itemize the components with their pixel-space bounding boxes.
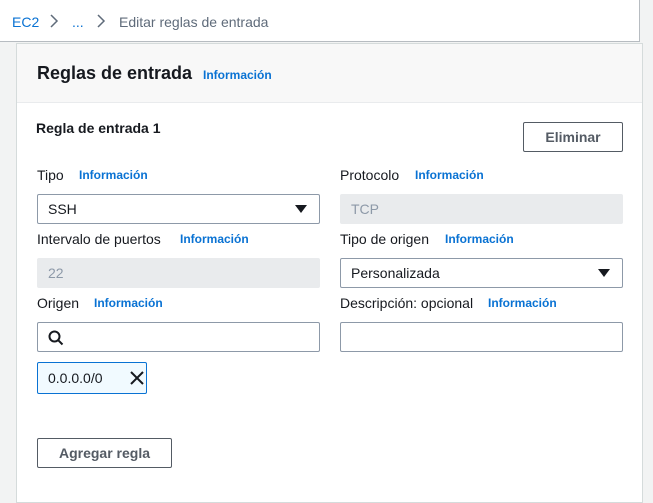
add-rule-button[interactable]: Agregar regla — [37, 438, 172, 468]
description-label: Descripción: opcional — [340, 295, 474, 311]
type-select[interactable]: SSH — [37, 194, 320, 224]
page-title: Reglas de entrada — [37, 63, 193, 83]
source-search-input[interactable] — [37, 322, 320, 352]
protocol-value: TCP — [351, 201, 379, 217]
port-range-label: Intervalo de puertos — [37, 231, 161, 247]
protocol-label: Protocolo — [340, 167, 400, 183]
source-label: Origen — [37, 295, 80, 311]
type-label: Tipo — [37, 167, 64, 183]
rule-title: Regla de entrada 1 — [36, 120, 161, 136]
port-range-value: 22 — [48, 265, 64, 281]
source-type-label: Tipo de origen — [340, 231, 429, 247]
source-token-label: 0.0.0.0/0 — [48, 370, 103, 386]
breadcrumb-current: Editar reglas de entrada — [119, 14, 269, 30]
caret-down-icon — [598, 269, 610, 277]
panel-header: Reglas de entrada Información — [17, 44, 642, 103]
close-icon[interactable] — [128, 369, 146, 387]
source-token: 0.0.0.0/0 — [37, 362, 147, 394]
type-info-link[interactable]: Información — [79, 168, 148, 182]
type-select-value: SSH — [48, 201, 77, 217]
chevron-right-icon — [97, 14, 106, 28]
protocol-info-link[interactable]: Información — [415, 168, 484, 182]
description-input[interactable] — [340, 322, 623, 352]
source-type-value: Personalizada — [351, 265, 440, 281]
description-info-link[interactable]: Información — [488, 296, 557, 310]
source-type-info-link[interactable]: Información — [445, 232, 514, 246]
port-range-field: 22 — [37, 258, 320, 288]
delete-rule-button[interactable]: Eliminar — [523, 122, 623, 152]
title-info-link[interactable]: Información — [203, 68, 272, 82]
caret-down-icon — [295, 205, 307, 213]
port-range-info-link[interactable]: Información — [180, 232, 249, 246]
source-info-link[interactable]: Información — [94, 296, 163, 310]
breadcrumb-ec2-link[interactable]: EC2 — [12, 14, 39, 30]
source-type-select[interactable]: Personalizada — [340, 258, 623, 288]
search-icon — [48, 330, 64, 346]
breadcrumb: EC2 ... Editar reglas de entrada — [0, 0, 640, 42]
breadcrumb-ellipsis[interactable]: ... — [72, 14, 84, 30]
chevron-right-icon — [50, 14, 59, 28]
protocol-field: TCP — [340, 194, 623, 224]
